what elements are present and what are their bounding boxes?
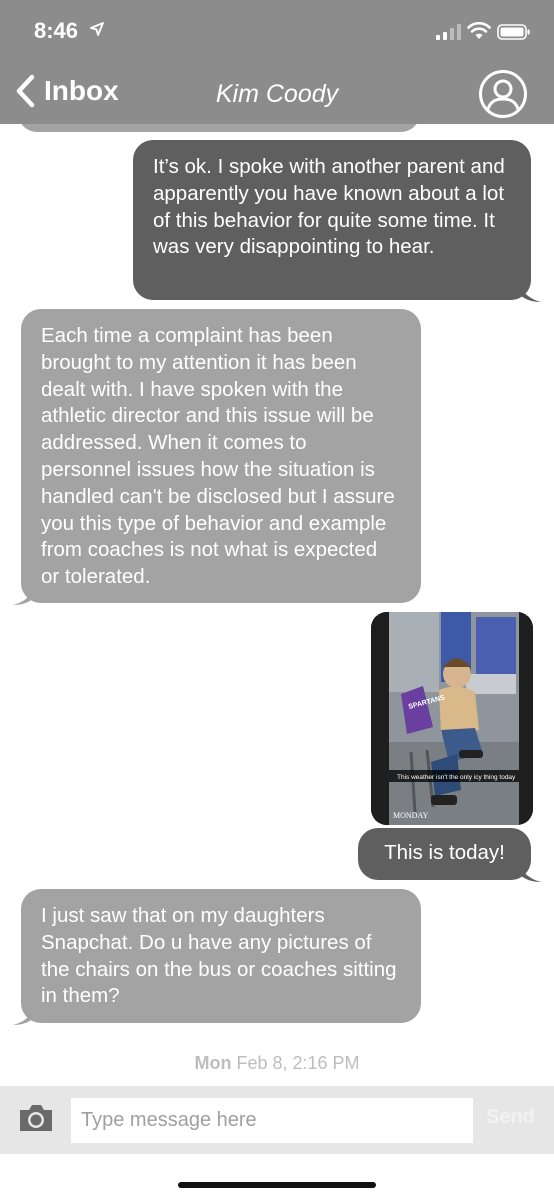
wifi-icon [467, 22, 491, 39]
message-thread[interactable]: It’s ok. I spoke with another parent and… [0, 124, 554, 1086]
bubble-tail [519, 284, 541, 302]
user-avatar-icon [485, 79, 521, 114]
status-time: 8:46 [34, 18, 79, 43]
send-button[interactable]: Send [486, 1106, 535, 1129]
message-bubble-partial [18, 124, 420, 132]
camera-icon[interactable] [17, 1102, 55, 1134]
photo-image: This weather isn't the only icy thing to… [371, 612, 533, 825]
bubble-tail [13, 1007, 35, 1025]
message-text: I just saw that on my daughters Snapchat… [41, 904, 397, 1008]
bubble-tail [519, 864, 541, 882]
conversation-title: Kim Coody [215, 80, 339, 108]
home-indicator[interactable] [178, 1182, 376, 1188]
photo-caption: This weather isn't the only icy thing to… [397, 774, 516, 781]
message-bubble-incoming: I just saw that on my daughters Snapchat… [21, 889, 421, 1023]
message-bubble-incoming: Each time a complaint has been brought t… [21, 309, 421, 603]
message-bubble-outgoing: It’s ok. I spoke with another parent and… [133, 140, 531, 300]
photo-date-text: MONDAY [393, 811, 428, 820]
photo-attachment[interactable]: This weather isn't the only icy thing to… [371, 612, 533, 825]
location-arrow-icon [90, 22, 104, 36]
contact-avatar-button[interactable] [479, 70, 527, 118]
timestamp-day: Mon [194, 1053, 232, 1073]
message-composer: Send [0, 1086, 554, 1154]
message-text: This is today! [384, 841, 505, 864]
message-timestamp: Mon Feb 8, 2:16 PM [0, 1053, 554, 1074]
bubble-tail [13, 587, 35, 605]
message-input[interactable] [71, 1098, 473, 1143]
header-bar: 8:46 Inbox Kim Coody [0, 0, 554, 124]
message-text: Each time a complaint has been brought t… [41, 324, 395, 589]
battery-icon [497, 24, 530, 40]
timestamp-time: Feb 8, 2:16 PM [236, 1053, 360, 1073]
message-text: It’s ok. I spoke with another parent and… [153, 155, 505, 259]
signal-icon [436, 24, 461, 40]
bottom-safe-area [0, 1154, 554, 1200]
message-bubble-outgoing: This is today! [358, 828, 531, 880]
